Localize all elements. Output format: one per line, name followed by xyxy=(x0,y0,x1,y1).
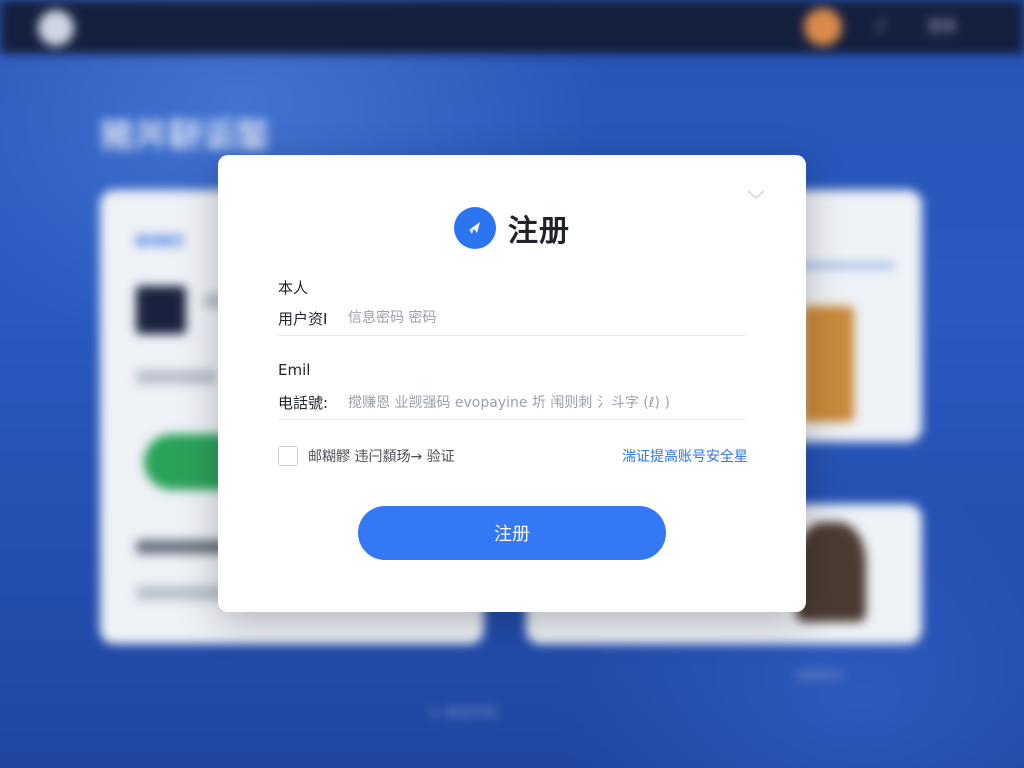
email-field-prefix: 电話號: xyxy=(278,393,329,412)
background-footer-text: © 版权所有 xyxy=(428,706,498,721)
background-more-link: 查看更多 xyxy=(796,668,845,682)
top-login-link: 登录 xyxy=(928,19,956,35)
email-field-row: 电話號: xyxy=(278,385,745,420)
field-label-name: 本人 xyxy=(278,279,309,297)
app-logo-text xyxy=(82,14,134,38)
register-modal: 注册 本人 用户资I Emil 电話號: 邮糊髎 违闩纇玚→ 验证 湍证提高账号… xyxy=(218,155,806,612)
username-field-prefix: 用户资I xyxy=(278,309,328,328)
background-tab-underline xyxy=(798,264,894,267)
top-nav-bar: ♪ 登录 xyxy=(0,0,1024,54)
background-text-line xyxy=(136,586,226,600)
close-modal-button[interactable] xyxy=(744,185,768,205)
user-avatar xyxy=(804,8,842,46)
modal-title: 注册 xyxy=(508,214,570,249)
app-logo-icon xyxy=(38,10,74,46)
username-field-row: 用户资I xyxy=(278,301,745,336)
email-phone-input[interactable] xyxy=(348,387,745,417)
background-card-link: BiNE扌 xyxy=(136,232,191,250)
field-label-email: Emil xyxy=(278,361,311,379)
register-submit-button[interactable]: 注册 xyxy=(358,506,666,560)
background-card-thumbnail xyxy=(136,286,186,334)
modal-header: 注册 xyxy=(218,203,806,253)
background-card-image xyxy=(802,306,854,422)
notification-icon: ♪ xyxy=(876,16,887,35)
chevron-down-icon xyxy=(747,190,765,200)
verify-checkbox[interactable] xyxy=(278,446,298,466)
background-page-title: 豬丼駢诟鍫 xyxy=(100,116,270,156)
username-input[interactable] xyxy=(348,303,745,333)
background-text-line xyxy=(136,370,216,384)
background-card-image xyxy=(796,522,866,622)
brand-logo-glyph xyxy=(469,222,480,234)
verify-checkbox-row: 邮糊髎 违闩纇玚→ 验证 湍证提高账号安全星 xyxy=(278,445,748,467)
verify-checkbox-label: 邮糊髎 违闩纇玚→ 验证 xyxy=(308,449,455,465)
brand-logo-icon xyxy=(454,207,496,249)
account-security-link[interactable]: 湍证提高账号安全星 xyxy=(622,446,748,466)
